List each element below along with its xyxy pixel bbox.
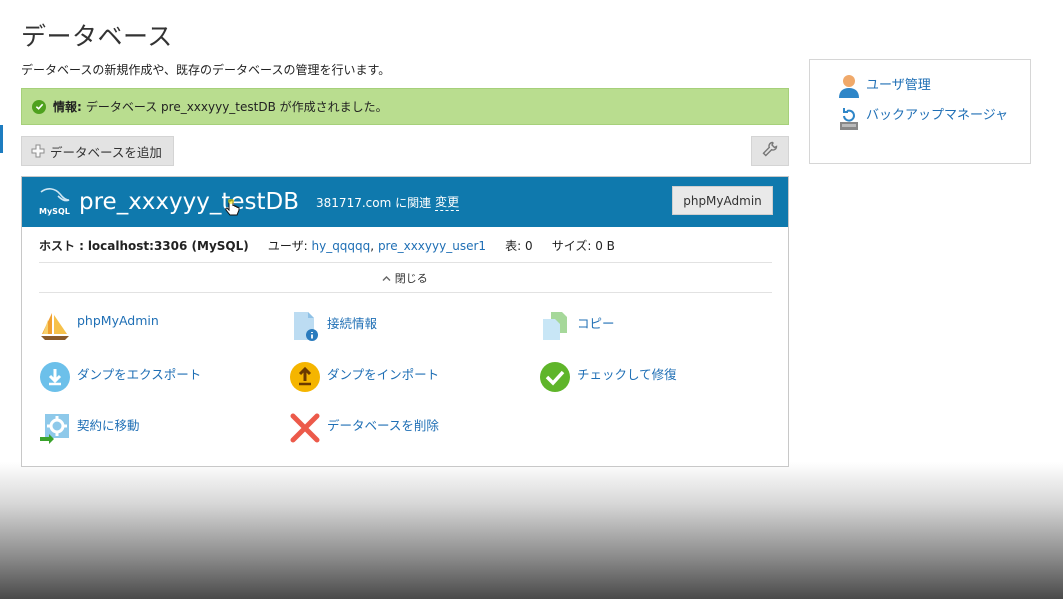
check-circle-icon	[32, 99, 46, 114]
page-description: データベースの新規作成や、既存のデータベースの管理を行います。	[21, 63, 391, 77]
divider	[39, 292, 772, 293]
database-domain: 381717.com に関連	[316, 195, 432, 210]
action-export-dump[interactable]: ダンプをエクスポート	[39, 361, 201, 393]
hand-cursor-icon	[225, 198, 240, 223]
phpmyadmin-button[interactable]: phpMyAdmin	[672, 186, 773, 215]
sidebar-backup-manager-label: バックアップマネージャ	[866, 108, 1009, 123]
sidebar-panel: ユーザ管理 バックアップマネージャ	[809, 59, 1031, 164]
divider	[39, 262, 772, 263]
tables-label: 表:	[505, 239, 522, 253]
sidebar-user-management-label: ユーザ管理	[866, 78, 931, 93]
action-export-dump-label: ダンプをエクスポート	[77, 367, 202, 382]
users-label: ユーザ:	[267, 239, 308, 253]
user-link-2[interactable]: pre_xxxyyy_user1	[378, 239, 486, 253]
gear-move-icon	[39, 412, 71, 444]
document-info-icon	[289, 310, 321, 342]
action-move-subscription-label: 契約に移動	[77, 418, 140, 433]
action-phpmyadmin-label: phpMyAdmin	[77, 313, 159, 328]
upload-circle-icon	[289, 361, 321, 393]
user-icon	[838, 74, 860, 98]
action-connection-info-label: 接続情報	[327, 316, 378, 331]
collapse-label: 閉じる	[394, 272, 428, 285]
notice-message: データベース pre_xxxyyy_testDB が作成されました。	[85, 100, 388, 114]
change-domain-link[interactable]: 変更	[435, 193, 460, 211]
action-copy-label: コピー	[577, 316, 615, 331]
sailboat-icon	[39, 310, 71, 342]
left-edge-marker	[0, 125, 3, 153]
database-name[interactable]: pre_xxxyyy_testDB	[79, 189, 299, 215]
page-title: データベース	[21, 22, 173, 51]
tables-value: 0	[524, 239, 533, 253]
tools-button[interactable]	[751, 136, 789, 166]
check-circle-green-icon	[539, 361, 571, 393]
download-circle-icon	[39, 361, 71, 393]
sidebar-item-backup-manager[interactable]: バックアップマネージャ	[838, 106, 1018, 130]
page: データベース データベースの新規作成や、既存のデータベースの管理を行います。 情…	[0, 0, 1063, 599]
host-label: ホスト :	[39, 239, 84, 253]
user-link-1[interactable]: hy_qqqqq	[311, 239, 370, 253]
mysql-icon-text: MySQL	[39, 207, 70, 216]
chevron-up-icon	[382, 272, 395, 285]
size-label: サイズ:	[551, 239, 592, 253]
action-check-repair-label: チェックして修復	[577, 367, 677, 382]
action-check-repair[interactable]: チェックして修復	[539, 361, 677, 393]
database-header: MySQL pre_xxxyyy_testDB 381717.com に関連 変…	[22, 177, 788, 227]
action-copy[interactable]: コピー	[539, 310, 615, 342]
user-separator: ,	[370, 239, 375, 253]
notice-label: 情報:	[53, 100, 82, 114]
action-import-dump[interactable]: ダンプをインポート	[289, 361, 439, 393]
delete-x-icon	[289, 412, 321, 444]
add-database-label: データベースを追加	[50, 144, 162, 160]
video-overlay-fade	[0, 462, 1063, 599]
action-phpmyadmin[interactable]: phpMyAdmin	[39, 310, 159, 342]
wrench-icon	[761, 140, 779, 162]
mysql-icon: MySQL	[39, 186, 71, 218]
action-import-dump-label: ダンプをインポート	[327, 367, 440, 382]
action-delete-database[interactable]: データベースを削除	[289, 412, 439, 444]
database-info-line: ホスト : localhost:3306 (MySQL) ユーザ: hy_qqq…	[39, 237, 615, 254]
database-panel: MySQL pre_xxxyyy_testDB 381717.com に関連 変…	[21, 176, 789, 467]
plus-icon	[31, 144, 45, 158]
sidebar-item-user-management[interactable]: ユーザ管理	[838, 74, 931, 98]
collapse-link[interactable]: 閉じる	[22, 270, 788, 286]
backup-icon	[838, 106, 860, 130]
host-value: localhost:3306 (MySQL)	[87, 239, 249, 253]
add-database-button[interactable]: データベースを追加	[21, 136, 174, 166]
action-move-subscription[interactable]: 契約に移動	[39, 412, 140, 444]
success-notice: 情報: データベース pre_xxxyyy_testDB が作成されました。	[21, 88, 789, 125]
copy-icon	[539, 310, 571, 342]
action-delete-database-label: データベースを削除	[327, 418, 439, 433]
size-value: 0 B	[595, 239, 615, 253]
action-connection-info[interactable]: 接続情報	[289, 310, 377, 342]
